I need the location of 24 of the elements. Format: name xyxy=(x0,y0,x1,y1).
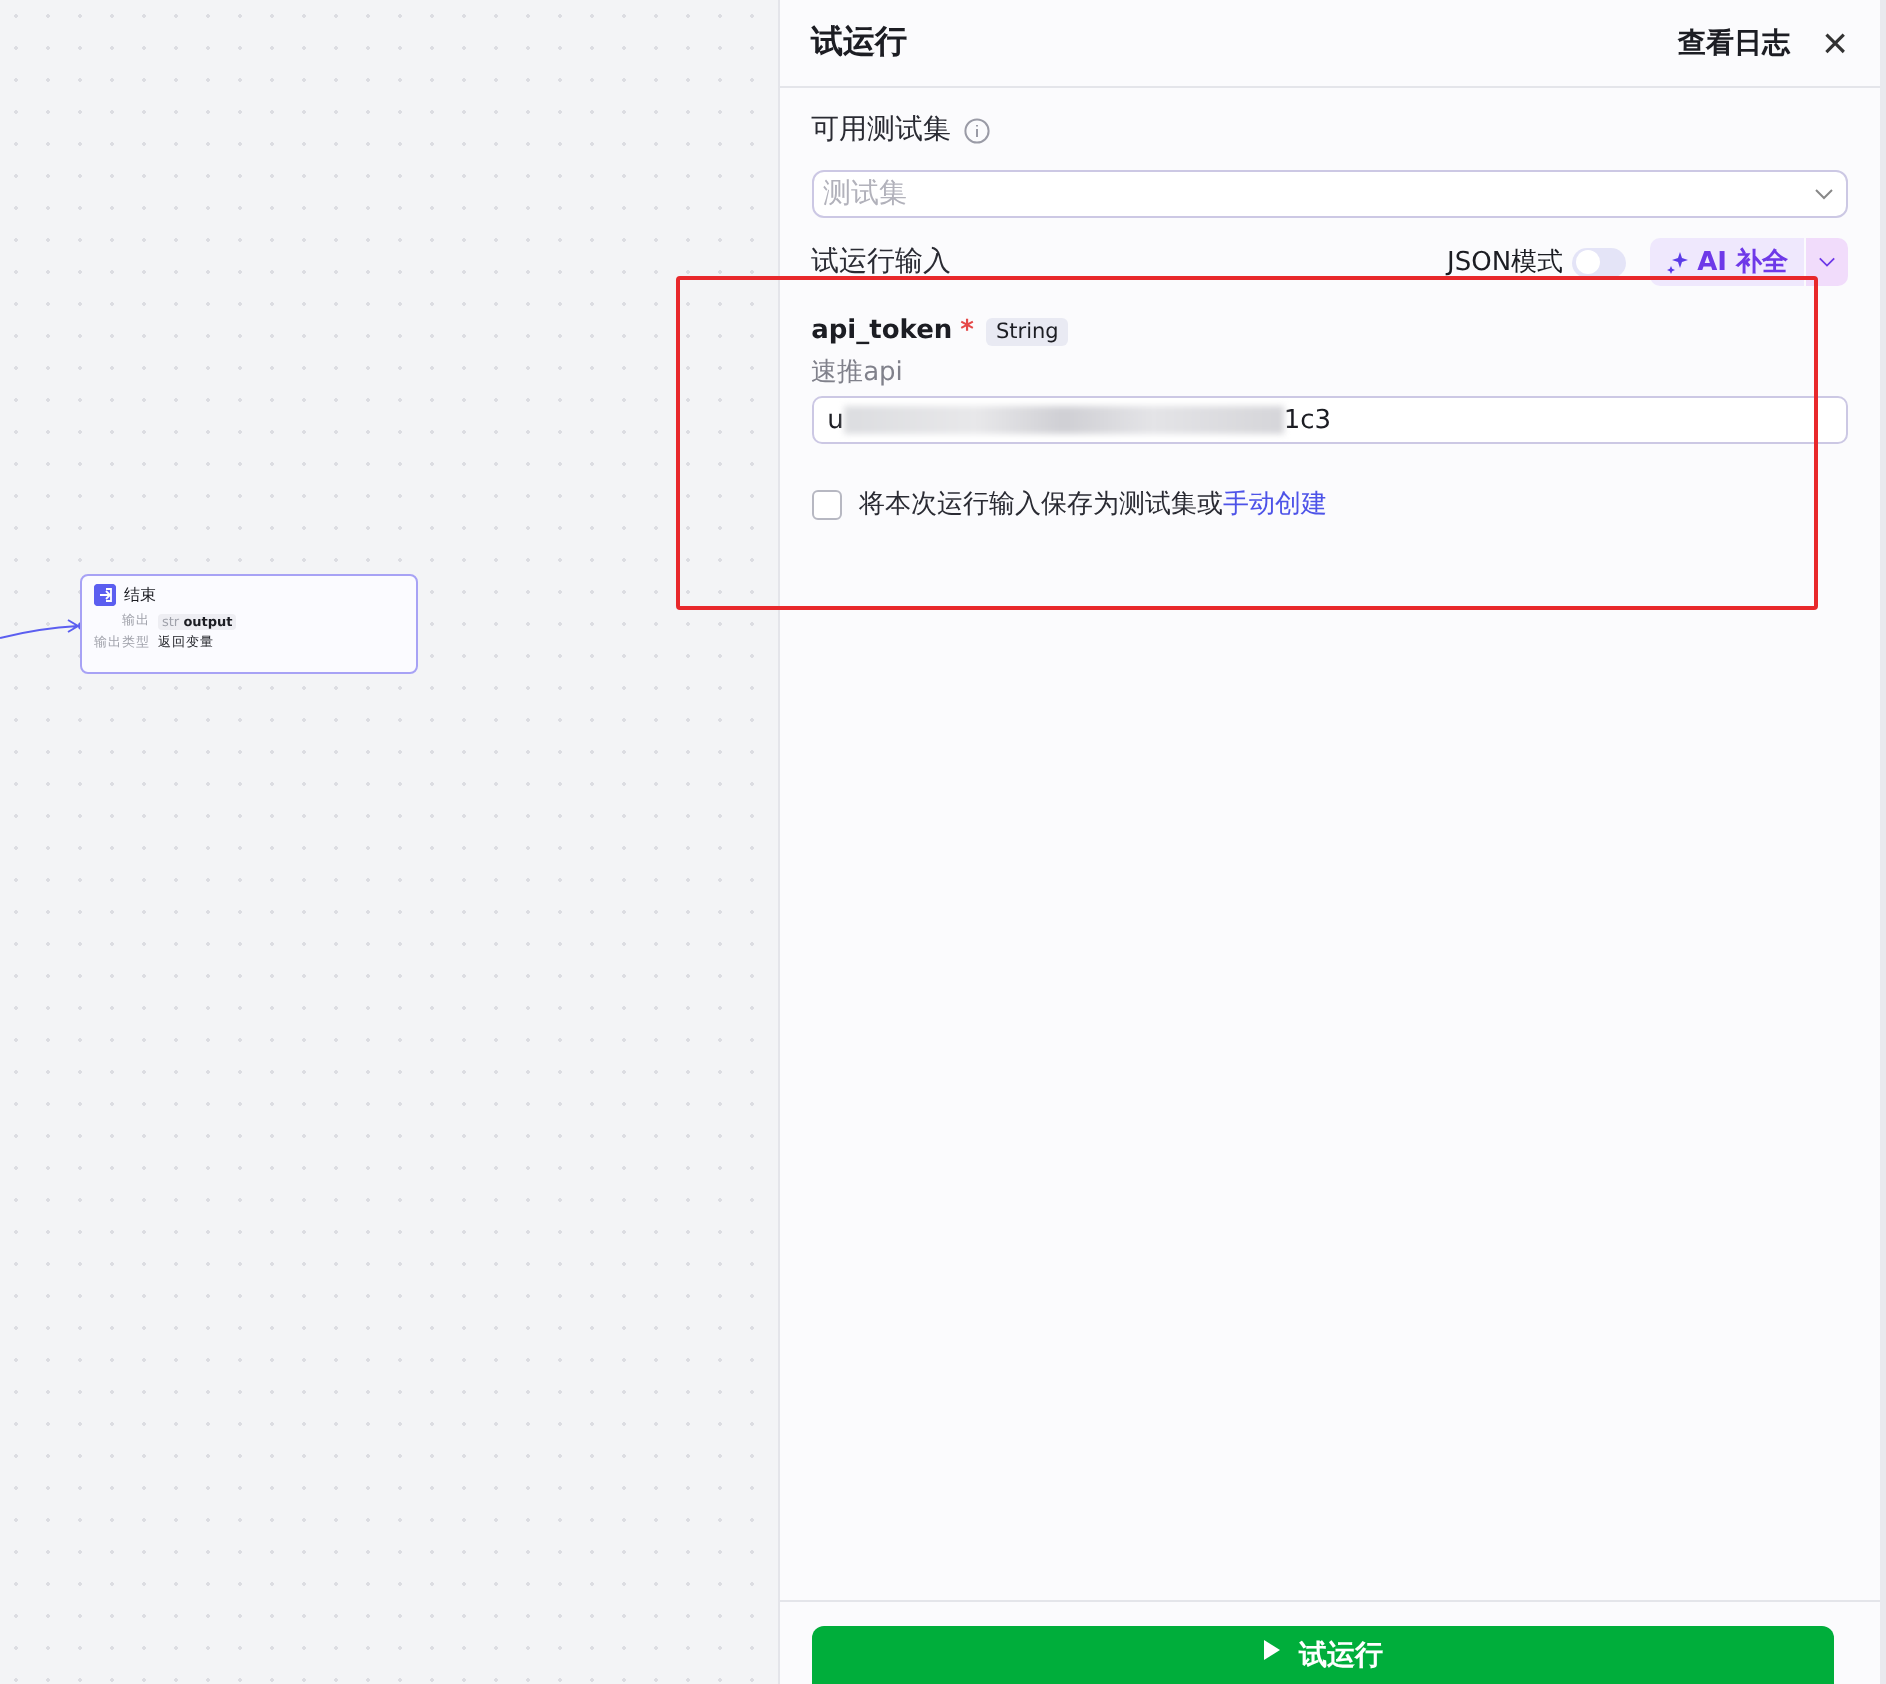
dropdown-button[interactable] xyxy=(1806,238,1848,286)
param-name: api_token xyxy=(811,316,953,346)
ai-complete-button[interactable]: AI 补全 xyxy=(1649,238,1804,286)
param-description: 速推api xyxy=(811,356,905,390)
save-checkbox[interactable] xyxy=(811,489,842,519)
section-label: 可用测试集 xyxy=(811,112,952,148)
json-mode-toggle[interactable] xyxy=(1571,247,1626,277)
token-input-field[interactable]: u 1c3 xyxy=(811,396,1848,444)
node-title: 结束 xyxy=(124,584,156,606)
exit-icon xyxy=(94,584,116,606)
chevron-down-icon xyxy=(1818,256,1836,268)
info-icon xyxy=(963,117,990,143)
panel-title: 试运行 xyxy=(811,22,910,64)
save-option-text: 将本次运行输入保存为测试集或手动创建 xyxy=(859,488,1328,522)
chevron-down-icon xyxy=(1814,188,1834,200)
play-icon xyxy=(1262,1638,1283,1662)
toggle-label: JSON模式 xyxy=(1447,246,1564,280)
section-label: 试运行输入 xyxy=(811,244,952,280)
type-tag: String xyxy=(985,317,1069,345)
sparkle-icon xyxy=(1665,250,1690,274)
manual-create-link[interactable]: 手动创建 xyxy=(1223,490,1328,520)
close-button[interactable]: × xyxy=(1822,21,1848,65)
view-log-link[interactable]: 查看日志 xyxy=(1678,25,1791,61)
required-mark: * xyxy=(960,316,974,346)
